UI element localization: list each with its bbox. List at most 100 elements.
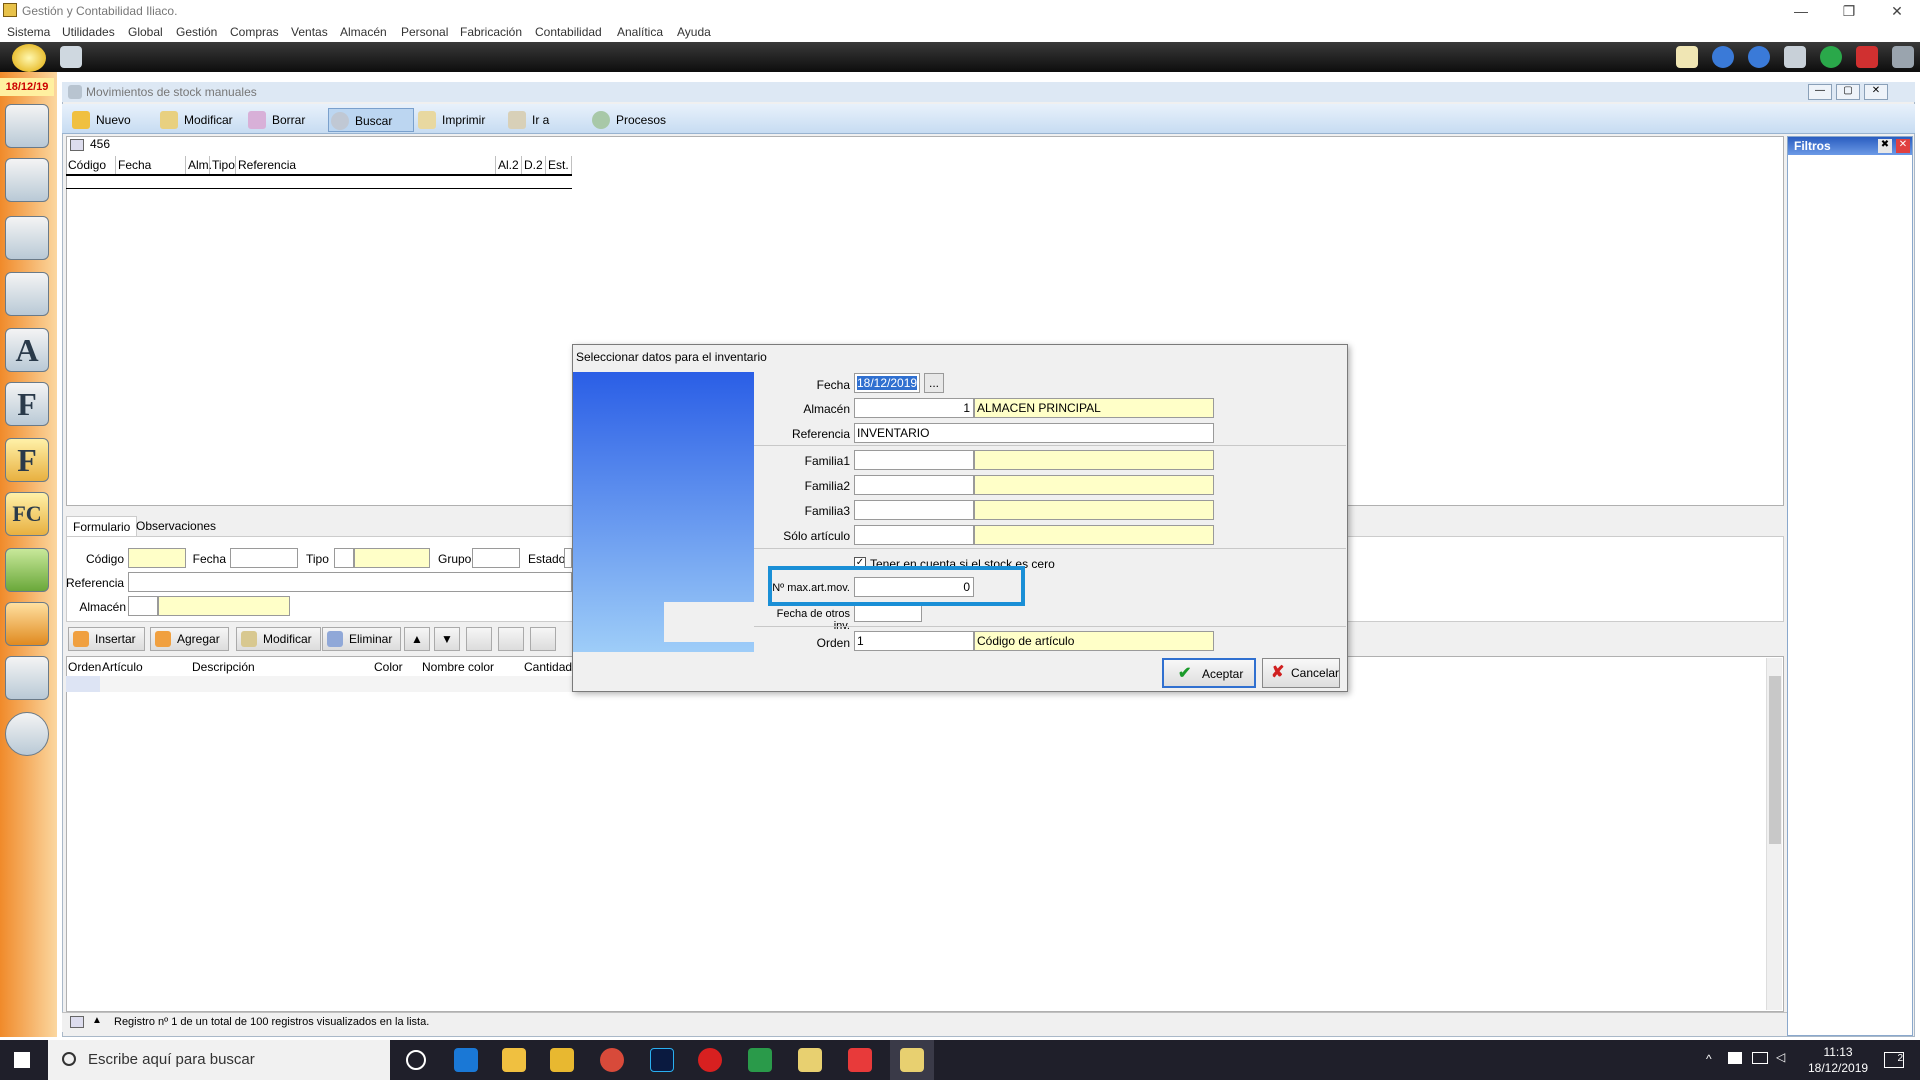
nuevo-button[interactable]: Nuevo: [70, 108, 158, 132]
status-up-icon[interactable]: ▲: [92, 1015, 102, 1026]
scroll-thumb[interactable]: [1769, 676, 1781, 844]
print-icon[interactable]: [60, 46, 82, 68]
help-icon[interactable]: [1820, 46, 1842, 68]
det-col-orden[interactable]: Orden: [66, 658, 101, 676]
detail-row-selector[interactable]: [66, 676, 100, 692]
anydesk-icon[interactable]: [848, 1048, 872, 1072]
col-alm[interactable]: Alm.: [186, 156, 212, 174]
menu-gestion[interactable]: Gestión: [176, 25, 217, 39]
book-icon[interactable]: [466, 627, 492, 651]
aceptar-button[interactable]: ✔ Aceptar: [1162, 658, 1256, 688]
det-col-articulo[interactable]: Artículo: [100, 658, 143, 676]
active-app-highlight[interactable]: [890, 1040, 934, 1080]
folder-orange-icon[interactable]: [5, 602, 49, 646]
notifications-icon[interactable]: 2: [1884, 1052, 1904, 1068]
detail-grid[interactable]: [66, 656, 1784, 1012]
move-up-button[interactable]: ▲: [404, 627, 430, 651]
grupo-field[interactable]: [472, 548, 520, 568]
sheet-icon[interactable]: [748, 1048, 772, 1072]
col-referencia[interactable]: Referencia: [236, 156, 496, 174]
detail-scrollbar[interactable]: [1766, 658, 1782, 1010]
col-fecha[interactable]: Fecha: [116, 156, 186, 174]
menu-global[interactable]: Global: [128, 25, 163, 39]
windows-icon[interactable]: [1784, 46, 1806, 68]
menu-personal[interactable]: Personal: [401, 25, 448, 39]
agregar-button[interactable]: Agregar: [150, 627, 229, 651]
notes-icon[interactable]: [502, 1048, 526, 1072]
det-col-cantidad[interactable]: Cantidad: [522, 658, 572, 676]
user-icon[interactable]: [5, 158, 49, 202]
eliminar-button[interactable]: Eliminar: [322, 627, 402, 651]
photoshop-icon[interactable]: [650, 1048, 674, 1072]
filters-close-icon[interactable]: ✕: [1896, 139, 1910, 153]
forward-arrow-icon[interactable]: [1748, 46, 1770, 68]
taskbar-clock[interactable]: 11:13 18/12/2019: [1808, 1044, 1868, 1076]
back-arrow-icon[interactable]: [1712, 46, 1734, 68]
tab-formulario[interactable]: Formulario: [66, 516, 138, 536]
col-est[interactable]: Est.: [546, 156, 572, 174]
ir-a-button[interactable]: Ir a: [506, 108, 586, 132]
estado-field[interactable]: [564, 548, 572, 568]
user-a-icon[interactable]: [5, 272, 49, 316]
tools-icon[interactable]: [1892, 46, 1914, 68]
borrar-button[interactable]: Borrar: [246, 108, 326, 132]
modificar-linea-button[interactable]: Modificar: [236, 627, 321, 651]
col-codigo[interactable]: Código: [66, 156, 116, 174]
det-col-nombre-color[interactable]: Nombre color: [420, 658, 494, 676]
imprimir-button[interactable]: Imprimir: [416, 108, 504, 132]
dlg-almacen-code-field[interactable]: 1: [854, 398, 974, 418]
chrome-icon[interactable]: [600, 1048, 624, 1072]
menu-sistema[interactable]: Sistema: [7, 25, 50, 39]
tipo-code-field[interactable]: [334, 548, 354, 568]
almacen-code-field[interactable]: [128, 596, 158, 616]
menu-almacen[interactable]: Almacén: [340, 25, 387, 39]
menu-ventas[interactable]: Ventas: [291, 25, 328, 39]
procesos-button[interactable]: Procesos: [590, 108, 690, 132]
settings-icon[interactable]: [498, 627, 524, 651]
dlg-familia1-code[interactable]: [854, 450, 974, 470]
app-taskbar-icon[interactable]: [798, 1048, 822, 1072]
dlg-orden-code-field[interactable]: 1: [854, 631, 974, 651]
user-p-icon[interactable]: [5, 216, 49, 260]
insertar-button[interactable]: Insertar: [68, 627, 145, 651]
bundle-icon[interactable]: [530, 627, 556, 651]
move-down-button[interactable]: ▼: [434, 627, 460, 651]
a-icon[interactable]: A: [5, 328, 49, 372]
rx-icon[interactable]: [698, 1048, 722, 1072]
menu-contabilidad[interactable]: Contabilidad: [535, 25, 602, 39]
dlg-fecha-otros-field[interactable]: [854, 604, 922, 622]
menu-fabricacion[interactable]: Fabricación: [460, 25, 522, 39]
folder-green-icon[interactable]: [5, 548, 49, 592]
menu-compras[interactable]: Compras: [230, 25, 279, 39]
cortana-icon[interactable]: [406, 1050, 426, 1070]
explorer-icon[interactable]: [550, 1048, 574, 1072]
sub-minimize-button[interactable]: —: [1808, 84, 1832, 100]
minimize-button[interactable]: —: [1778, 0, 1824, 22]
edge-icon[interactable]: [454, 1048, 478, 1072]
menu-analitica[interactable]: Analítica: [617, 25, 663, 39]
pin-icon[interactable]: ✖: [1878, 139, 1892, 153]
dlg-fecha-picker-button[interactable]: ...: [924, 373, 944, 393]
det-col-descripcion[interactable]: Descripción: [190, 658, 255, 676]
col-al2[interactable]: Al.2: [496, 156, 522, 174]
tray-chevron-icon[interactable]: ^: [1706, 1052, 1712, 1066]
dlg-solo-articulo-code[interactable]: [854, 525, 974, 545]
sun-icon[interactable]: [12, 44, 46, 72]
exit-icon[interactable]: [1856, 46, 1878, 68]
tab-observaciones[interactable]: Observaciones: [130, 516, 222, 536]
restore-button[interactable]: ❐: [1826, 0, 1872, 22]
codigo-field[interactable]: [128, 548, 186, 568]
dropbox-icon[interactable]: [1728, 1052, 1742, 1064]
fecha-field[interactable]: [230, 548, 298, 568]
modificar-button[interactable]: Modificar: [158, 108, 246, 132]
volume-icon[interactable]: ◁: [1776, 1050, 1785, 1064]
dlg-fecha-field[interactable]: 18/12/2019: [854, 373, 920, 393]
cancelar-button[interactable]: ✘ Cancelar: [1262, 658, 1340, 688]
detail-row[interactable]: [66, 676, 572, 692]
windows-start-icon[interactable]: [14, 1052, 30, 1068]
col-tipo[interactable]: Tipo: [210, 156, 236, 174]
taskbar-search[interactable]: Escribe aquí para buscar: [48, 1040, 390, 1080]
menu-ayuda[interactable]: Ayuda: [677, 25, 711, 39]
close-button[interactable]: ✕: [1874, 0, 1920, 22]
fc-icon[interactable]: FC: [5, 492, 49, 536]
